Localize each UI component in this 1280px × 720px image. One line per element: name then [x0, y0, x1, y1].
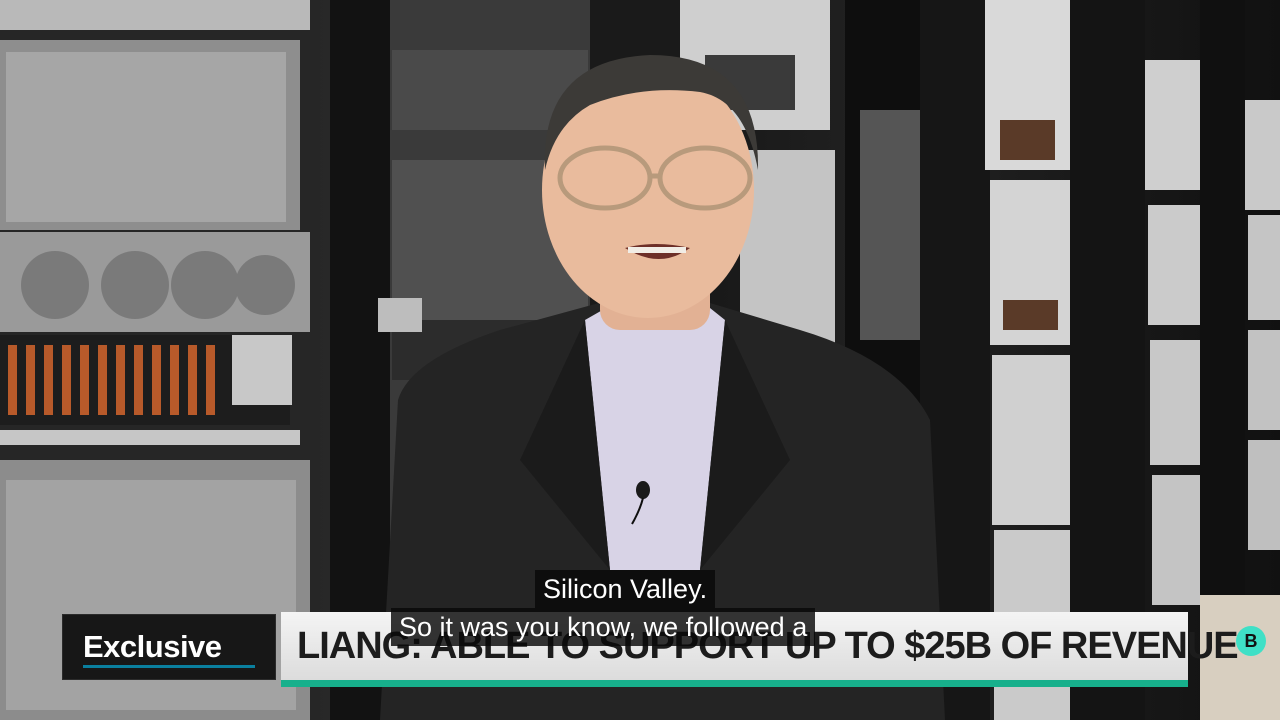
subtitle-line-1: Silicon Valley. [535, 570, 716, 608]
exclusive-tag-box: Exclusive [62, 614, 276, 680]
exclusive-label: Exclusive [83, 629, 222, 664]
subtitle-line-2: So it was you know, we followed a [391, 608, 816, 646]
microphone-icon [631, 481, 650, 525]
channel-logo-letter: B [1244, 631, 1258, 651]
channel-logo-icon[interactable]: B [1236, 626, 1266, 656]
exclusive-underline [83, 665, 255, 668]
headline-accent-line [281, 680, 1188, 687]
